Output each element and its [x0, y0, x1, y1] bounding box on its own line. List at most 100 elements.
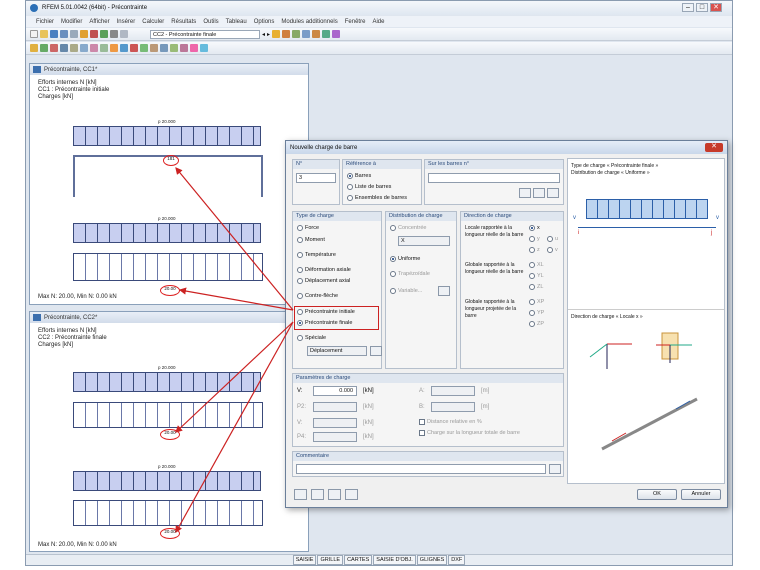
type-axial-strain-radio[interactable]: Déformation axiale — [297, 267, 351, 273]
status-saisie-obj[interactable]: SAISIE D'OBJ. — [373, 555, 416, 565]
dir-yl-radio[interactable]: YL — [529, 273, 544, 279]
select-icon[interactable] — [30, 44, 38, 52]
menu-afficher[interactable]: Afficher — [89, 19, 109, 25]
special-select[interactable]: Déplacement — [307, 346, 367, 356]
param-p4-field[interactable] — [313, 432, 357, 442]
menu-calculer[interactable]: Calculer — [142, 19, 164, 25]
type-special-radio[interactable]: Spéciale — [297, 335, 326, 341]
dir-u-radio[interactable]: u — [547, 236, 558, 242]
window-cc2[interactable]: Précontrainte, CC2* Efforts internes N [… — [29, 311, 309, 552]
zoom-icon[interactable] — [140, 44, 148, 52]
support-icon[interactable] — [312, 30, 321, 38]
ref-sets-radio[interactable]: Ensembles de barres — [347, 195, 407, 201]
maximize-button[interactable]: □ — [696, 3, 708, 12]
mirror-icon[interactable] — [130, 44, 138, 52]
minimize-button[interactable]: – — [682, 3, 694, 12]
help-icon[interactable] — [294, 489, 307, 500]
dir-zp-radio[interactable]: ZP — [529, 321, 544, 327]
dialog-close-button[interactable]: ✕ — [705, 143, 723, 152]
comment-field[interactable] — [296, 464, 546, 474]
grid-icon[interactable] — [70, 44, 78, 52]
menu-aide[interactable]: Aide — [372, 19, 384, 25]
type-precamber-radio[interactable]: Contre-flèche — [297, 293, 338, 299]
surface-icon[interactable] — [50, 44, 58, 52]
dimension-icon[interactable] — [80, 44, 88, 52]
pan-icon[interactable] — [150, 44, 158, 52]
ok-button[interactable]: OK — [637, 489, 677, 500]
print-icon[interactable] — [60, 30, 68, 38]
menu-modules[interactable]: Modules additionnels — [281, 19, 337, 25]
undo-icon[interactable] — [70, 30, 78, 38]
dir-xp-radio[interactable]: XP — [529, 299, 544, 305]
iso-icon[interactable] — [190, 44, 198, 52]
calc-icon[interactable] — [80, 30, 88, 38]
menu-resultats[interactable]: Résultats — [171, 19, 196, 25]
type-temperature-radio[interactable]: Température — [297, 252, 336, 258]
comment-icon[interactable] — [90, 44, 98, 52]
dir-z-radio[interactable]: z — [529, 247, 540, 253]
solid-icon[interactable] — [60, 44, 68, 52]
ref-list-radio[interactable]: Liste de barres — [347, 184, 391, 190]
comment-browse-icon[interactable] — [549, 464, 561, 474]
menu-modifier[interactable]: Modifier — [61, 19, 82, 25]
prev-loadcase-button[interactable]: ◂ — [262, 31, 265, 38]
param-b-field[interactable] — [431, 402, 475, 412]
move-icon[interactable] — [110, 44, 118, 52]
new-icon[interactable] — [30, 30, 38, 38]
filter-icon[interactable] — [110, 30, 118, 38]
total-length-checkbox[interactable]: Charge sur la longueur totale de barre — [419, 430, 529, 436]
rotate-icon[interactable] — [120, 44, 128, 52]
open-icon[interactable] — [40, 30, 48, 38]
window-cc1[interactable]: Précontrainte, CC1* Efforts internes N [… — [29, 63, 309, 305]
view-x-icon[interactable] — [160, 44, 168, 52]
status-grille[interactable]: GRILLE — [317, 555, 344, 565]
menu-tableau[interactable]: Tableau — [226, 19, 247, 25]
status-dxf[interactable]: DXF — [448, 555, 466, 565]
dir-y-radio[interactable]: y — [529, 236, 540, 242]
close-button[interactable]: ✕ — [710, 3, 722, 12]
dist-variable-radio[interactable]: Variable... — [390, 288, 422, 294]
number-field[interactable]: 3 — [296, 173, 336, 183]
status-saisie[interactable]: SAISIE — [292, 555, 317, 565]
menu-fichier[interactable]: Fichier — [36, 19, 54, 25]
members-field[interactable] — [428, 173, 560, 183]
ref-members-radio[interactable]: Barres — [347, 173, 371, 179]
save-icon[interactable] — [50, 30, 58, 38]
render-icon[interactable] — [332, 30, 341, 38]
param-p2-field[interactable] — [313, 402, 357, 412]
dist-x-select[interactable]: X — [398, 236, 450, 246]
select-icon[interactable] — [533, 188, 545, 198]
load-icon[interactable] — [322, 30, 331, 38]
results-icon[interactable] — [90, 30, 98, 38]
dist-uniform-radio[interactable]: Uniforme — [390, 256, 420, 262]
list-icon[interactable] — [547, 188, 559, 198]
copy-icon[interactable] — [100, 44, 108, 52]
view-y-icon[interactable] — [170, 44, 178, 52]
export-icon[interactable] — [345, 489, 358, 500]
type-moment-radio[interactable]: Moment — [297, 237, 325, 243]
dist-concentrated-radio[interactable]: Concentrée — [390, 225, 426, 231]
dir-zl-radio[interactable]: ZL — [529, 284, 543, 290]
status-cartes[interactable]: CARTES — [344, 555, 373, 565]
status-glignes[interactable]: GLIGNES — [416, 555, 448, 565]
import-icon[interactable] — [328, 489, 341, 500]
param-value-field[interactable]: 0.000 — [313, 386, 357, 396]
table-icon[interactable] — [100, 30, 108, 38]
variable-edit-icon[interactable] — [438, 286, 450, 296]
display-icon[interactable] — [272, 30, 281, 38]
view-icon[interactable] — [120, 30, 128, 38]
units-icon[interactable] — [311, 489, 324, 500]
type-force-radio[interactable]: Force — [297, 225, 319, 231]
next-loadcase-button[interactable]: ▸ — [267, 31, 270, 38]
dir-x-radio[interactable]: x — [529, 225, 540, 231]
menu-fenetre[interactable]: Fenêtre — [345, 19, 366, 25]
dir-yp-radio[interactable]: YP — [529, 310, 544, 316]
member-icon[interactable] — [292, 30, 301, 38]
wireframe-icon[interactable] — [200, 44, 208, 52]
view-z-icon[interactable] — [180, 44, 188, 52]
dir-xl-radio[interactable]: XL — [529, 262, 544, 268]
loadcase-select[interactable]: CC2 - Précontrainte finale — [150, 29, 260, 39]
node-icon[interactable] — [302, 30, 311, 38]
line-icon[interactable] — [40, 44, 48, 52]
menu-inserer[interactable]: Insérer — [117, 19, 136, 25]
